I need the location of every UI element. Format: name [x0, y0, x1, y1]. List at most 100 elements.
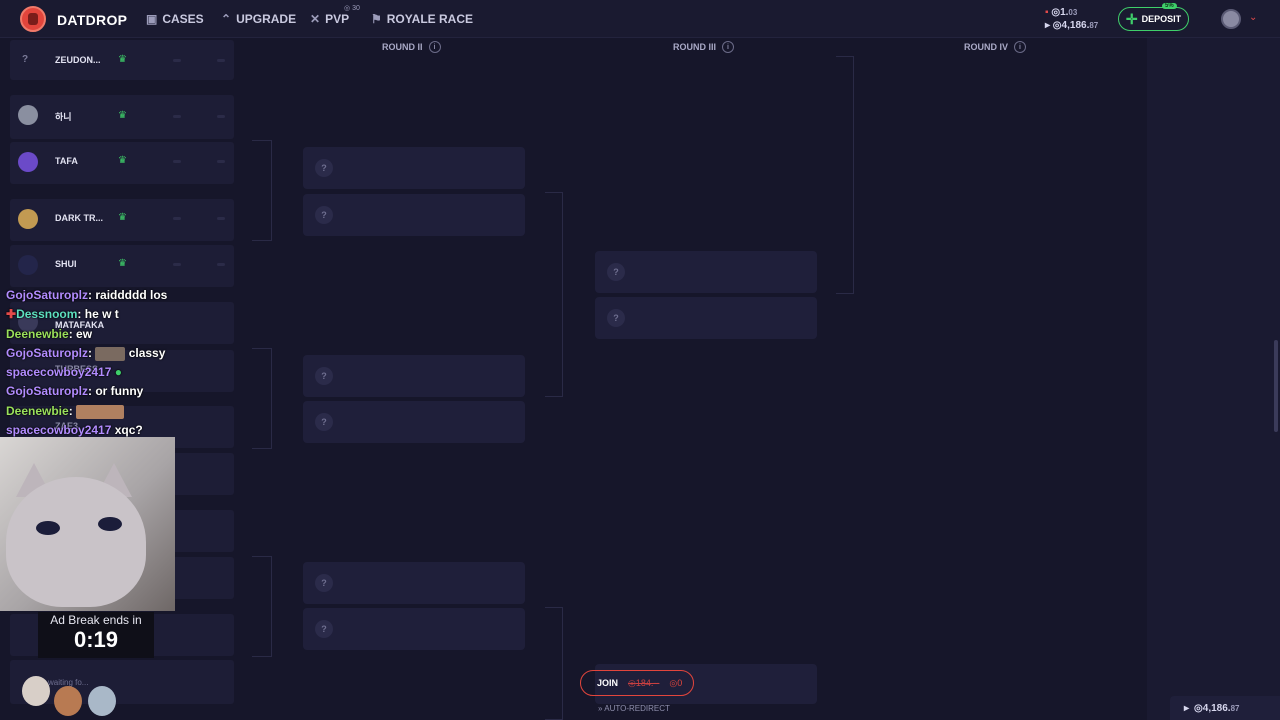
unknown-player-icon: ?	[315, 159, 333, 177]
round-3-label: ROUND III	[673, 42, 717, 52]
bottom-balance-value: ◎4,186.87	[1194, 702, 1240, 714]
webcam-overlay	[0, 437, 175, 611]
auto-redirect-label: AUTO-REDIRECT	[604, 704, 670, 713]
match-slot[interactable]: ?	[303, 608, 525, 650]
round-4-header: ROUND IV i	[964, 41, 1027, 53]
match-slot[interactable]: ?	[595, 297, 817, 339]
slot-dot	[217, 160, 225, 163]
player-avatar	[18, 105, 38, 125]
chat-message: Deenewbie:	[6, 402, 206, 421]
nav-pvp[interactable]: ✕ PVP	[310, 12, 349, 26]
nav-royale-race[interactable]: ⚑ ROYALE RACE	[371, 12, 473, 26]
sticker	[22, 676, 50, 706]
nav-upgrade[interactable]: ⌃ UPGRADE	[221, 12, 296, 26]
join-price: ◎0	[669, 677, 683, 688]
player-avatar	[18, 255, 38, 275]
balance-primary: ▪ ◎1.03	[1045, 7, 1078, 18]
gun-icon: ▸	[1045, 20, 1051, 31]
bracket-slot[interactable]: DARK TR... ♛	[10, 199, 234, 241]
sticker-overlay	[22, 668, 122, 720]
unknown-player-icon: ?	[607, 309, 625, 327]
player-name: SHUI	[55, 259, 77, 269]
bracket-slot[interactable]: TAFA ♛	[10, 142, 234, 184]
nav-upgrade-label: UPGRADE	[236, 12, 297, 26]
player-name: DARK TR...	[55, 213, 103, 223]
chat-text: he w t	[84, 307, 119, 322]
bracket-connector	[545, 607, 563, 720]
unknown-player-icon: ?	[315, 574, 333, 592]
case-icon: ▣	[146, 12, 158, 26]
user-avatar[interactable]	[1221, 9, 1241, 29]
nav-royale-label: ROYALE RACE	[386, 12, 474, 26]
chat-message: spacecowboy2417 ●	[6, 363, 206, 382]
auto-redirect-toggle[interactable]: » AUTO-REDIRECT	[598, 704, 670, 713]
gun-icon: ▸	[1184, 702, 1190, 714]
scrollbar[interactable]	[1274, 340, 1278, 432]
unknown-player-icon: ?	[315, 413, 333, 431]
crown-icon: ♛	[118, 155, 127, 166]
player-avatar	[18, 152, 38, 172]
nav-cases[interactable]: ▣ CASES	[146, 12, 204, 26]
nav-cases-label: CASES	[162, 12, 204, 26]
round-2-header: ROUND II i	[382, 41, 441, 53]
bracket-connector	[545, 192, 563, 397]
slot-dot	[217, 59, 225, 62]
chat-username: GojoSaturoplz	[6, 288, 88, 302]
match-slot[interactable]: ?	[303, 147, 525, 189]
flag-icon: ⚑	[371, 12, 382, 26]
deposit-button[interactable]: ✛ DEPOSIT	[1118, 7, 1189, 31]
ad-break-time: 0:19	[73, 627, 119, 652]
emote-icon: ●	[114, 365, 122, 380]
chat-message: GojoSaturoplz: raiddddd los	[6, 288, 168, 302]
right-panel	[1147, 38, 1280, 720]
slot-dot	[217, 217, 225, 220]
balance-secondary: ▸ ◎4,186.87	[1045, 20, 1099, 31]
bracket-slot[interactable]: SHUI ♛	[10, 245, 234, 287]
chat-message: GojoSaturoplz: classy	[6, 345, 166, 361]
badge-icon: ✚	[6, 307, 17, 322]
unknown-player-icon: ?	[315, 206, 333, 224]
datdrop-logo[interactable]	[20, 6, 46, 32]
match-slot[interactable]: ?	[595, 251, 817, 293]
match-slot[interactable]: ?	[303, 562, 525, 604]
bracket-slot[interactable]: 하니 ♛	[10, 95, 234, 139]
info-icon[interactable]: i	[722, 41, 735, 53]
chat-username: Dessnoom	[16, 307, 78, 322]
ad-break-label: Ad Break ends in	[50, 613, 142, 627]
match-slot[interactable]: ?	[303, 355, 525, 397]
cat-eye	[98, 517, 122, 531]
bracket-connector	[252, 348, 272, 449]
info-icon[interactable]: i	[428, 41, 441, 53]
join-label: JOIN	[597, 678, 619, 688]
match-slot[interactable]: ?	[303, 401, 525, 443]
chevron-down-icon[interactable]: ⌄	[1249, 12, 1257, 23]
slot-dot	[173, 115, 181, 118]
chat-username: GojoSaturoplz	[6, 384, 88, 399]
unknown-player-icon: ?	[315, 367, 333, 385]
chat-username: Deenewbie	[6, 326, 69, 341]
chat-text: ew	[76, 326, 93, 341]
sticker	[54, 686, 82, 716]
chat-username: spacecowboy2417	[6, 423, 112, 438]
unknown-player-icon: ?	[607, 263, 625, 281]
pvp-count-badge: ◎ 30	[344, 5, 360, 12]
player-name: ZEUDON...	[55, 55, 101, 65]
bracket-slot[interactable]: ? ZEUDON... ♛	[10, 40, 234, 80]
top-nav: DATDROP ▣ CASES ⌃ UPGRADE ✕ PVP ◎ 30 ⚑ R…	[0, 0, 1280, 38]
ad-break-timer: Ad Break ends in 0:19	[38, 612, 154, 658]
join-button[interactable]: JOIN ◎184.-- ◎0	[580, 670, 694, 696]
brand-name[interactable]: DATDROP	[57, 12, 127, 28]
bracket-connector	[252, 556, 272, 657]
match-slot[interactable]: ?	[303, 194, 525, 236]
player-name: 하니	[55, 112, 72, 122]
plus-icon: ✛	[1125, 10, 1138, 27]
bracket-connector	[252, 140, 272, 241]
cat-eye	[36, 521, 60, 535]
swords-icon: ✕	[310, 12, 321, 26]
slot-dot	[173, 217, 181, 220]
deposit-bonus-badge: 5%	[1162, 3, 1177, 9]
info-icon[interactable]: i	[1014, 41, 1027, 53]
crown-icon: ♛	[118, 54, 127, 65]
nav-pvp-label: PVP	[325, 12, 350, 26]
slot-dot	[217, 263, 225, 266]
